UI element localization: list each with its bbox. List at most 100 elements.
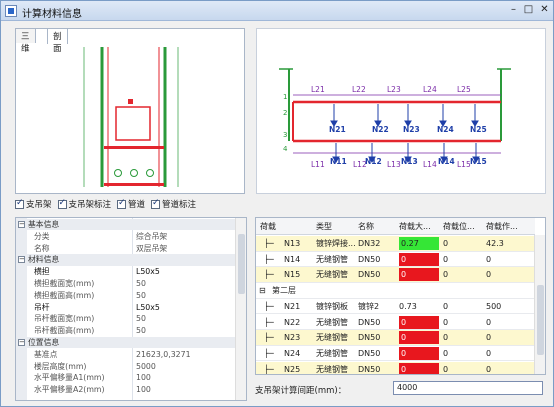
property-row[interactable]: 横担 L50x5: [16, 266, 236, 277]
cell-pos[interactable]: 0: [443, 330, 448, 345]
property-row[interactable]: 基准点 21623,0,3271: [16, 349, 236, 360]
col-header-load-action[interactable]: 荷载作...: [486, 221, 518, 232]
property-grid-scroll-thumb[interactable]: [238, 234, 245, 294]
span-label-bottom-5: L15: [457, 160, 471, 169]
table-row[interactable]: ├─ N15 无缝钢管 DN50 0 0 0: [256, 267, 535, 283]
table-row[interactable]: ├─ N24 无缝钢管 DN50 0 0 0: [256, 346, 535, 362]
property-value[interactable]: 5000: [136, 361, 156, 372]
cell-act[interactable]: 0: [486, 267, 491, 282]
load-label-n13: N13: [401, 157, 418, 166]
load-label-n24: N24: [437, 125, 454, 134]
table-row[interactable]: ├─ N22 无缝钢管 DN50 0 0 0: [256, 315, 535, 330]
property-row[interactable]: 水平偏移量A2(mm) 100: [16, 384, 236, 395]
property-value[interactable]: 50: [136, 278, 146, 289]
cell-act[interactable]: 0: [486, 315, 491, 330]
cell-load[interactable]: 0: [399, 268, 439, 282]
cell-pos[interactable]: 0: [443, 267, 448, 282]
collapse-toggle-icon[interactable]: −: [18, 256, 25, 264]
property-row[interactable]: 分类 综合吊架: [16, 231, 236, 242]
table-row[interactable]: ├─ N25 无缝钢管 DN50 0 0 0: [256, 361, 535, 374]
property-value[interactable]: 50: [136, 313, 146, 324]
cell-pos[interactable]: 0: [443, 315, 448, 330]
property-row[interactable]: 楼层高度(mm) 5000: [16, 361, 236, 372]
lower-beam: [104, 183, 164, 186]
table-row[interactable]: ├─ N23 无缝钢管 DN50 0 0 0: [256, 330, 535, 346]
property-row[interactable]: 吊杆截面高(mm) 50: [16, 325, 236, 336]
tree-connector: ├─: [264, 348, 274, 358]
col-header-type[interactable]: 类型: [316, 221, 332, 232]
property-group-row[interactable]: − 位置信息: [16, 337, 236, 349]
cell-act[interactable]: 0: [486, 346, 491, 361]
window-title: 计算材料信息: [22, 9, 82, 20]
tab-section[interactable]: 剖面: [47, 28, 68, 54]
property-row[interactable]: 横担截面宽(mm) 50: [16, 278, 236, 289]
minimize-button[interactable]: –: [506, 3, 521, 17]
cell-load[interactable]: 0: [399, 346, 439, 360]
marker: [128, 99, 133, 104]
col-header-load-position[interactable]: 荷载位...: [443, 221, 475, 232]
close-button[interactable]: ✕: [537, 3, 552, 17]
property-row[interactable]: 吊杆截面宽(mm) 50: [16, 313, 236, 324]
display-checkboxes: 支吊架 支吊架标注 管道 管道标注: [15, 197, 202, 211]
property-value[interactable]: 双层吊架: [136, 243, 167, 254]
property-row[interactable]: 名称 双层吊架: [16, 243, 236, 254]
load-table-scrollbar[interactable]: [534, 235, 545, 374]
checkbox-pipe-box[interactable]: [117, 198, 127, 209]
property-row[interactable]: 吊杆 L50x5: [16, 302, 236, 313]
property-value[interactable]: 50: [136, 325, 146, 336]
property-group-row[interactable]: − 材料信息: [16, 254, 236, 266]
cell-pos[interactable]: 0: [443, 236, 448, 251]
cell-load[interactable]: 0: [399, 252, 439, 266]
section-preview-panel: [15, 28, 245, 194]
checkbox-support-annotation-box[interactable]: [57, 198, 67, 209]
cell-load[interactable]: 0: [399, 362, 439, 374]
checkbox-support[interactable]: 支吊架: [15, 197, 52, 211]
group-toggle-icon[interactable]: ⊟: [259, 283, 266, 298]
table-row[interactable]: ├─ N21 镀锌钢板 镀锌2 0.73 0 500: [256, 299, 535, 315]
property-grid-scrollbar[interactable]: [235, 218, 246, 400]
checkbox-pipe-annotation[interactable]: 管道标注: [151, 197, 196, 211]
cell-act[interactable]: 0: [486, 362, 491, 374]
col-header-load[interactable]: 荷载: [260, 221, 276, 232]
node-number-3: 3: [283, 131, 287, 139]
cell-type: 镀锌钢板: [316, 301, 348, 311]
cell-load[interactable]: 0: [399, 315, 439, 329]
col-header-load-value[interactable]: 荷载大...: [399, 221, 431, 232]
property-group-row[interactable]: − 基本信息: [16, 219, 236, 231]
checkbox-support-box[interactable]: [15, 198, 24, 209]
checkbox-support-annotation[interactable]: 支吊架标注: [57, 197, 111, 211]
cell-load[interactable]: 0: [399, 331, 439, 345]
cell-act[interactable]: 0: [486, 330, 491, 345]
load-table-scroll-thumb[interactable]: [537, 285, 544, 355]
tab-3d[interactable]: 三维: [15, 28, 36, 54]
table-group-row[interactable]: ⊟ 第二层: [256, 283, 535, 299]
property-value[interactable]: 100: [136, 384, 151, 395]
table-row[interactable]: ├─ N14 无缝钢管 DN50 0 0 0: [256, 252, 535, 268]
cell-load[interactable]: 0.73: [399, 299, 417, 314]
cell-pos[interactable]: 0: [443, 362, 448, 374]
cell-name: DN50: [358, 348, 381, 358]
cell-pos[interactable]: 0: [443, 299, 448, 314]
collapse-toggle-icon[interactable]: −: [18, 339, 25, 346]
spacing-input[interactable]: 4000: [393, 381, 543, 395]
cell-act[interactable]: 0: [486, 252, 491, 267]
table-row[interactable]: ├─ N13 镀锌焊接... DN32 0.27 0 42.3: [256, 236, 535, 252]
cell-act[interactable]: 42.3: [486, 236, 504, 251]
collapse-toggle-icon[interactable]: −: [18, 221, 25, 228]
property-value[interactable]: 21623,0,3271: [136, 349, 191, 360]
cell-act[interactable]: 500: [486, 299, 501, 314]
cell-pos[interactable]: 0: [443, 252, 448, 267]
property-value[interactable]: L50x5: [136, 266, 160, 277]
maximize-button[interactable]: □: [521, 3, 536, 17]
checkbox-pipe[interactable]: 管道: [117, 197, 145, 211]
property-value[interactable]: 综合吊架: [136, 231, 167, 242]
property-row[interactable]: 水平偏移量A1(mm) 100: [16, 372, 236, 383]
cell-load[interactable]: 0.27: [399, 237, 439, 250]
checkbox-pipe-annotation-box[interactable]: [151, 198, 161, 209]
property-value[interactable]: 100: [136, 372, 151, 383]
property-value[interactable]: L50x5: [136, 302, 160, 313]
property-value[interactable]: 50: [136, 290, 146, 301]
cell-pos[interactable]: 0: [443, 346, 448, 361]
property-row[interactable]: 横担截面高(mm) 50: [16, 290, 236, 301]
col-header-name[interactable]: 名称: [358, 221, 374, 232]
